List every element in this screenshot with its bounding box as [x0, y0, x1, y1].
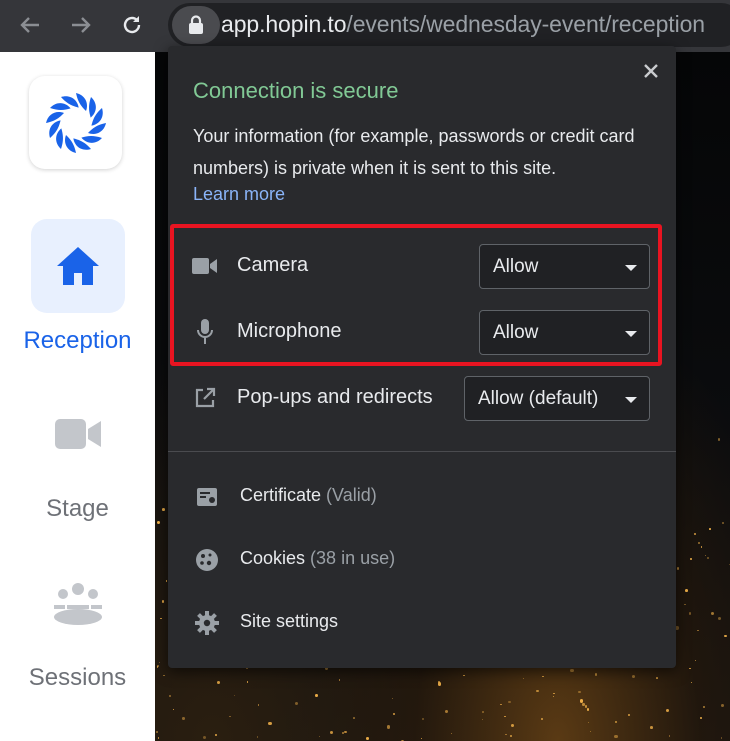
logo-petal: [45, 111, 64, 123]
home-icon-box: [30, 219, 125, 313]
url-host: app.hopin.to: [221, 11, 347, 37]
cookies-label-wrap: Cookies (38 in use): [240, 548, 395, 569]
sidebar-item-label: Sessions: [28, 664, 127, 691]
permission-row-popups: Pop-ups and redirects Allow (default): [192, 376, 652, 421]
connection-status-title: Connection is secure: [193, 78, 399, 103]
cookies-count: (38 in use): [310, 548, 396, 568]
learn-more-link[interactable]: Learn more: [193, 184, 285, 205]
site-info-button[interactable]: [172, 6, 220, 44]
cookie-icon: [194, 547, 220, 573]
sidebar-item-label: Reception: [23, 327, 132, 354]
sidebar-item-label: Stage: [46, 495, 109, 522]
reload-button[interactable]: [114, 7, 150, 43]
sidebar-item-sessions[interactable]: Sessions: [0, 556, 155, 692]
home-icon: [56, 247, 99, 285]
certificate-status: (Valid): [326, 485, 377, 505]
connection-description: Your information (for example, passwords…: [193, 126, 635, 178]
certificate-icon: [194, 484, 220, 510]
video-camera-icon-box: [31, 387, 125, 481]
certificate-label-wrap: Certificate (Valid): [240, 485, 377, 506]
video-camera-icon: [54, 419, 101, 449]
logo-petal: [75, 92, 87, 111]
back-button[interactable]: [12, 7, 48, 43]
hopin-logo-icon: [45, 92, 106, 153]
sidebar-item-reception[interactable]: Reception: [0, 219, 155, 355]
close-button[interactable]: [638, 58, 664, 84]
external-link-icon: [192, 386, 218, 410]
popup-divider: [168, 451, 676, 452]
url-text[interactable]: app.hopin.to/events/wednesday-event/rece…: [221, 11, 705, 38]
hopin-logo[interactable]: [29, 76, 122, 169]
permission-label: Pop-ups and redirects: [237, 386, 433, 408]
close-icon: [644, 64, 658, 78]
sidebar-item-stage[interactable]: Stage: [0, 387, 155, 523]
site-settings-label: Site settings: [240, 611, 339, 631]
permissions-highlight-box: [170, 224, 662, 366]
event-sidebar: Reception Stage Sessions: [0, 52, 155, 741]
people-group-icon-box: [31, 556, 125, 650]
logo-petal: [64, 134, 76, 153]
certificate-label: Certificate: [240, 485, 322, 505]
cookies-label: Cookies: [240, 548, 306, 568]
reload-icon: [123, 16, 141, 34]
select-value: Allow (default): [478, 388, 599, 409]
lock-icon: [189, 15, 203, 34]
popups-permission-select[interactable]: Allow (default): [464, 376, 650, 421]
forward-button[interactable]: [63, 7, 99, 43]
chevron-down-icon: [625, 397, 637, 403]
arrow-left-icon: [20, 17, 39, 33]
url-path: /events/wednesday-event/reception: [346, 11, 705, 37]
logo-petal: [87, 122, 106, 134]
arrow-right-icon: [72, 17, 91, 33]
people-group-icon: [53, 583, 102, 625]
gear-icon: [194, 610, 220, 636]
